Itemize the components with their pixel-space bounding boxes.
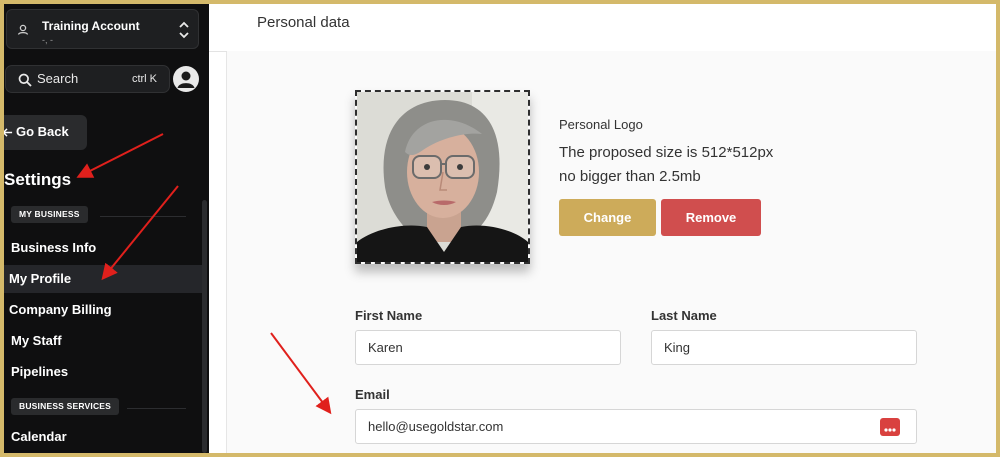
nav-item-my-staff[interactable]: My Staff bbox=[4, 327, 204, 355]
go-back-button[interactable]: Go Back bbox=[4, 115, 87, 150]
section-label-my-business: MY BUSINESS bbox=[11, 206, 88, 223]
sidebar: Training Account -, - Search ctrl K Go B… bbox=[4, 4, 209, 453]
personal-data-card: Personal Logo The proposed size is 512*5… bbox=[227, 51, 996, 453]
logo-size-hint: The proposed size is 512*512px bbox=[559, 144, 774, 161]
first-name-value: Karen bbox=[368, 340, 403, 355]
screenshot-frame: Training Account -, - Search ctrl K Go B… bbox=[4, 4, 996, 453]
go-back-label: Go Back bbox=[16, 124, 69, 139]
search-icon bbox=[18, 73, 32, 87]
page-title: Personal data bbox=[257, 14, 350, 31]
search-label: Search bbox=[37, 71, 79, 86]
first-name-field[interactable]: Karen bbox=[355, 330, 621, 365]
email-field[interactable]: hello@usegoldstar.com bbox=[355, 409, 917, 444]
settings-title: Settings bbox=[4, 170, 72, 189]
logo-label: Personal Logo bbox=[559, 117, 643, 132]
nav-item-pipelines[interactable]: Pipelines bbox=[4, 358, 204, 386]
last-name-value: King bbox=[664, 340, 691, 355]
section-label-business-services: BUSINESS SERVICES bbox=[11, 398, 120, 415]
nav-item-calendar[interactable]: Calendar bbox=[4, 423, 204, 451]
section-divider bbox=[100, 216, 186, 217]
nav-item-label: My Staff bbox=[11, 333, 62, 348]
user-avatar-icon[interactable] bbox=[173, 66, 199, 92]
section-divider bbox=[127, 408, 186, 409]
nav-item-label: My Profile bbox=[9, 271, 72, 286]
email-value: hello@usegoldstar.com bbox=[368, 419, 504, 434]
last-name-label: Last Name bbox=[651, 308, 717, 323]
nav-item-label: Company Billing bbox=[9, 302, 112, 317]
search-button[interactable]: Search ctrl K bbox=[5, 65, 170, 93]
nav-item-label: Pipelines bbox=[11, 364, 69, 379]
profile-photo[interactable] bbox=[355, 90, 530, 264]
remove-logo-button[interactable]: Remove bbox=[661, 199, 761, 236]
last-name-field[interactable]: King bbox=[651, 330, 917, 365]
account-subtitle: -, - bbox=[42, 35, 53, 45]
chevron-updown-icon bbox=[179, 21, 189, 39]
search-shortcut: ctrl K bbox=[131, 73, 157, 85]
nav-item-business-info[interactable]: Business Info bbox=[4, 234, 204, 262]
page-header: Personal data bbox=[209, 4, 996, 52]
nav-item-my-profile[interactable]: My Profile bbox=[4, 265, 204, 293]
nav-item-label: Business Info bbox=[11, 240, 97, 255]
arrow-left-icon bbox=[4, 128, 13, 137]
first-name-label: First Name bbox=[355, 308, 423, 323]
account-switcher[interactable]: Training Account -, - bbox=[6, 9, 199, 49]
dots-menu-icon[interactable] bbox=[880, 418, 900, 436]
nav-item-label: Calendar bbox=[11, 429, 67, 444]
main-content: Personal data Personal Logo The proposed… bbox=[209, 4, 996, 453]
sidebar-scrollbar[interactable] bbox=[202, 200, 207, 453]
nav-item-company-billing[interactable]: Company Billing bbox=[4, 296, 204, 324]
logo-limit-hint: no bigger than 2.5mb bbox=[559, 168, 701, 185]
email-label: Email bbox=[355, 387, 390, 402]
change-logo-button[interactable]: Change bbox=[559, 199, 656, 236]
account-name: Training Account bbox=[42, 19, 140, 33]
location-pin-icon bbox=[17, 24, 29, 35]
